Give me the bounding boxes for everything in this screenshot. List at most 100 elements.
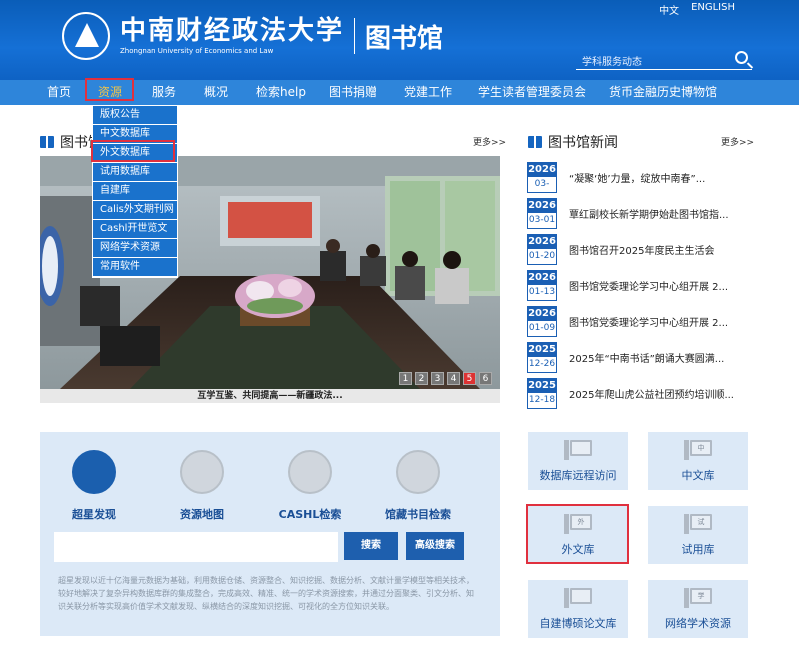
resources-dropdown: 版权公告 中文数据库 外文数据库 试用数据库 自建库 Calis外文期刊网 Ca… xyxy=(92,105,178,278)
tool-label: 馆藏书目检索 xyxy=(385,508,451,521)
news-date: 2026 01-13 xyxy=(527,270,557,301)
tile-thesis-db[interactable]: 自建博硕论文库 xyxy=(528,580,628,638)
lang-english-link[interactable]: ENGLISH xyxy=(691,2,735,17)
search-icon[interactable] xyxy=(735,51,748,64)
news-month-day: 03- xyxy=(534,179,550,189)
tile-remote-access[interactable]: 数据库远程访问 xyxy=(528,432,628,490)
chaoxing-star-icon xyxy=(72,450,116,494)
news-item[interactable]: 2025 12-26 2025年“中南书话”朗诵大赛圆满... xyxy=(527,342,752,374)
dropdown-item-foreign-db[interactable]: 外文数据库 xyxy=(93,144,177,162)
slider-more-link[interactable]: 更多>> xyxy=(473,135,506,148)
header-divider xyxy=(354,18,356,54)
news-date: 2025 12-18 xyxy=(527,378,557,409)
news-date: 2026 01-20 xyxy=(527,234,557,265)
nav-item-student-committee[interactable]: 学生读者管理委员会 xyxy=(478,80,586,105)
slider-page-button[interactable]: 3 xyxy=(431,372,444,385)
header-search-input[interactable] xyxy=(576,53,726,72)
news-more-link[interactable]: 更多>> xyxy=(721,135,754,148)
tile-label: 数据库远程访问 xyxy=(539,469,617,482)
news-year: 2025 xyxy=(528,379,556,393)
books-icon xyxy=(396,450,440,494)
dropdown-item-chinese-db[interactable]: 中文数据库 xyxy=(93,125,177,143)
lang-chinese-link[interactable]: 中文 xyxy=(659,2,679,17)
slider-page-button[interactable]: 1 xyxy=(399,372,412,385)
language-switch: 中文 ENGLISH xyxy=(659,2,735,17)
nav-item-search-help[interactable]: 检索help xyxy=(256,80,306,105)
computer-icon: 学 xyxy=(684,588,712,610)
tile-label: 自建博硕论文库 xyxy=(539,617,617,630)
globe-icon xyxy=(180,450,224,494)
nav-item-donation[interactable]: 图书捐赠 xyxy=(329,80,377,105)
nav-item-museum[interactable]: 货币金融历史博物馆 xyxy=(609,80,717,105)
dropdown-item-software[interactable]: 常用软件 xyxy=(93,258,177,276)
cashl-icon xyxy=(288,450,332,494)
slider-pagination: 123456 xyxy=(399,372,492,385)
tool-catalog-search[interactable]: 馆藏书目检索 xyxy=(378,450,458,522)
news-item[interactable]: 2026 01-20 图书馆召开2025年度民主生活会 xyxy=(527,234,752,266)
tile-web-resources[interactable]: 学 网络学术资源 xyxy=(648,580,748,638)
slider-caption[interactable]: 互学互鉴、共同提高——新疆政法... xyxy=(40,389,500,403)
university-name-cn: 中南财经政法大学 xyxy=(120,16,345,46)
news-title[interactable]: 图书馆召开2025年度民主生活会 xyxy=(569,242,749,257)
discovery-search-input[interactable] xyxy=(54,532,338,562)
news-title[interactable]: 图书馆党委理论学习中心组开展 2... xyxy=(569,278,749,293)
computer-icon xyxy=(564,588,592,610)
tool-resource-map[interactable]: 资源地图 xyxy=(162,450,242,522)
discovery-search-button[interactable]: 搜索 xyxy=(344,532,398,560)
dropdown-item-trial-db[interactable]: 试用数据库 xyxy=(93,163,177,181)
tile-label: 外文库 xyxy=(561,543,595,556)
tile-foreign-db[interactable]: 外 外文库 xyxy=(528,506,628,564)
slider-page-button[interactable]: 4 xyxy=(447,372,460,385)
news-year: 2026 xyxy=(528,163,556,177)
tool-label: 超星发现 xyxy=(72,508,116,521)
dropdown-item-web-resources[interactable]: 网络学术资源 xyxy=(93,239,177,257)
news-month-day: 12-26 xyxy=(528,359,556,369)
dropdown-item-self-built[interactable]: 自建库 xyxy=(93,182,177,200)
university-logo[interactable]: 中南财经政法大学 Zhongnan University of Economic… xyxy=(62,12,443,60)
dropdown-item-copyright[interactable]: 版权公告 xyxy=(93,106,177,124)
discovery-panel: 超星发现 资源地图 CASHL检索 馆藏书目检索 搜索 高级搜索 超星发现以近十… xyxy=(40,432,500,636)
university-name-en: Zhongnan University of Economics and Law xyxy=(120,47,274,55)
news-title[interactable]: 图书馆党委理论学习中心组开展 2... xyxy=(569,314,749,329)
tile-trial-db[interactable]: 试 试用库 xyxy=(648,506,748,564)
main-nav: 首页 资源 服务 概况 检索help 图书捐赠 党建工作 学生读者管理委员会 货… xyxy=(0,80,799,105)
tool-label: CASHL检索 xyxy=(278,508,342,521)
computer-icon: 外 xyxy=(564,514,592,536)
news-title[interactable]: 2025年“中南书话”朗诵大赛圆满... xyxy=(569,350,749,365)
news-item[interactable]: 2026 01-13 图书馆党委理论学习中心组开展 2... xyxy=(527,270,752,302)
tool-label: 资源地图 xyxy=(180,508,224,521)
nav-item-resources[interactable]: 资源 xyxy=(98,80,122,105)
news-item[interactable]: 2025 12-18 2025年爬山虎公益社团预约培训顺... xyxy=(527,378,752,410)
dropdown-item-calis[interactable]: Calis外文期刊网 xyxy=(93,201,177,219)
news-date: 2026 03- xyxy=(527,162,557,193)
news-month-day: 01-20 xyxy=(528,251,556,261)
news-item[interactable]: 2026 01-09 图书馆党委理论学习中心组开展 2... xyxy=(527,306,752,338)
news-title[interactable]: 覃红副校长新学期伊始赴图书馆指... xyxy=(569,206,749,221)
tool-cashl-search[interactable]: CASHL检索 xyxy=(270,450,350,522)
news-title[interactable]: 2025年爬山虎公益社团预约培训顺... xyxy=(569,386,749,401)
news-month-day: 12-18 xyxy=(528,395,556,405)
nav-item-party-building[interactable]: 党建工作 xyxy=(404,80,452,105)
dropdown-item-cashl[interactable]: Cashl开世览文 xyxy=(93,220,177,238)
news-section-header: 图书馆新闻 xyxy=(528,132,618,152)
news-year: 2026 xyxy=(528,235,556,249)
news-item[interactable]: 2026 03-01 覃红副校长新学期伊始赴图书馆指... xyxy=(527,198,752,230)
nav-item-services[interactable]: 服务 xyxy=(152,80,176,105)
slider-page-button[interactable]: 5 xyxy=(463,372,476,385)
library-title: 图书馆 xyxy=(365,23,444,54)
tool-chaoxing-discovery[interactable]: 超星发现 xyxy=(54,450,134,522)
news-title[interactable]: “凝聚‘她’力量，绽放中南春”... xyxy=(569,170,749,185)
news-date: 2025 12-26 xyxy=(527,342,557,373)
advanced-search-button[interactable]: 高级搜索 xyxy=(406,532,464,560)
nav-item-overview[interactable]: 概况 xyxy=(204,80,228,105)
news-item[interactable]: 2026 03- “凝聚‘她’力量，绽放中南春”... xyxy=(527,162,752,194)
slider-page-button[interactable]: 2 xyxy=(415,372,428,385)
slider-page-button[interactable]: 6 xyxy=(479,372,492,385)
nav-item-home[interactable]: 首页 xyxy=(47,80,71,105)
tile-chinese-db[interactable]: 中 中文库 xyxy=(648,432,748,490)
tile-label: 网络学术资源 xyxy=(665,617,731,630)
news-month-day: 03-01 xyxy=(528,215,556,225)
site-header: 中南财经政法大学 Zhongnan University of Economic… xyxy=(0,0,799,80)
news-year: 2026 xyxy=(528,271,556,285)
news-date: 2026 03-01 xyxy=(527,198,557,229)
